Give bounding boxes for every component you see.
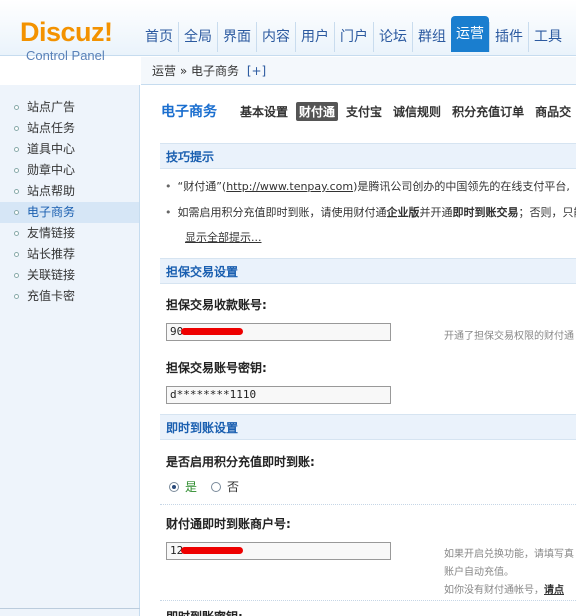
register-tenpay-link[interactable]: 请点 xyxy=(544,585,564,596)
tab-goods[interactable]: 商品交 xyxy=(532,102,574,121)
breadcrumb-path: 运营 » 电子商务 xyxy=(152,64,239,78)
tips-section-header: 技巧提示 xyxy=(160,143,576,169)
sidebar-footer-divider xyxy=(0,608,140,616)
sidebar-item-relatedlinks[interactable]: 关联链接 xyxy=(0,265,139,286)
merchant-hint-line2: 账户自动充值。 xyxy=(444,567,514,578)
sidebar-item-medals[interactable]: 勋章中心 xyxy=(0,160,139,181)
add-shortcut-button[interactable]: [+] xyxy=(247,64,266,78)
instant-enable-label: 是否启用积分充值即时到账: xyxy=(166,455,315,469)
bullet-icon xyxy=(14,210,19,215)
escrow-account-label: 担保交易收款账号: xyxy=(166,298,267,312)
escrow-key-input[interactable]: d********1110 xyxy=(166,386,391,404)
escrow-section-header: 担保交易设置 xyxy=(160,258,576,284)
tenpay-link[interactable]: http://www.tenpay.com xyxy=(226,180,353,193)
merchant-hint-line3: 如你没有财付通帐号，请点 xyxy=(444,585,564,596)
tip-instant-payment: •如需启用积分充值即时到账，请使用财付通企业版并开通即时到账交易；否则，只能 xyxy=(165,206,576,219)
bullet-icon xyxy=(14,252,19,257)
sidebar: 站点广告 站点任务 道具中心 勋章中心 站点帮助 电子商务 友情链接 站长推荐 … xyxy=(0,85,140,616)
escrow-key-label: 担保交易账号密钥: xyxy=(166,361,267,375)
logo[interactable]: Discuz! Control Panel xyxy=(20,18,130,63)
topnav-users[interactable]: 用户 xyxy=(295,22,334,52)
topnav-forum[interactable]: 论坛 xyxy=(373,22,412,52)
divider xyxy=(160,600,576,601)
topnav-home[interactable]: 首页 xyxy=(140,22,178,52)
escrow-account-hint: 开通了担保交易权限的财付通 xyxy=(444,331,574,342)
topnav-content[interactable]: 内容 xyxy=(256,22,295,52)
tip-tenpay-intro: • “财付通”(http://www.tenpay.com)是腾讯公司创办的中国领… xyxy=(165,180,570,193)
radio-no[interactable] xyxy=(211,481,222,492)
bullet-icon xyxy=(14,105,19,110)
topnav-plugins[interactable]: 插件 xyxy=(489,22,528,52)
sidebar-item-ads[interactable]: 站点广告 xyxy=(0,97,139,118)
bullet-icon xyxy=(14,147,19,152)
main-content: 电子商务 基本设置 财付通 支付宝 诚信规则 积分充值订单 商品交 技巧提示 •… xyxy=(141,86,576,616)
topnav-global[interactable]: 全局 xyxy=(178,22,217,52)
bullet-icon: • xyxy=(165,206,172,219)
logo-subtitle: Control Panel xyxy=(26,48,105,63)
sidebar-item-props[interactable]: 道具中心 xyxy=(0,139,139,160)
topnav-tools[interactable]: 工具 xyxy=(528,22,567,52)
redaction-mark xyxy=(181,547,243,554)
topnav-groups[interactable]: 群组 xyxy=(412,22,451,52)
sidebar-item-cardkeys[interactable]: 充值卡密 xyxy=(0,286,139,307)
top-navigation: 首页 全局 界面 内容 用户 门户 论坛 群组 运营 插件 工具 xyxy=(140,16,567,52)
page-title: 电子商务 xyxy=(161,104,217,120)
sidebar-item-tasks[interactable]: 站点任务 xyxy=(0,118,139,139)
tab-alipay[interactable]: 支付宝 xyxy=(343,102,385,121)
instant-key-label: 即时到账密钥: xyxy=(166,608,243,616)
escrow-account-input[interactable]: 90 xyxy=(166,323,391,341)
bullet-icon xyxy=(14,231,19,236)
tab-points-orders[interactable]: 积分充值订单 xyxy=(449,102,527,121)
show-all-tips-link[interactable]: 显示全部提示... xyxy=(185,229,262,245)
bullet-icon: • xyxy=(165,180,172,193)
merchant-id-input[interactable]: 12 xyxy=(166,542,391,560)
topnav-operations[interactable]: 运营 xyxy=(451,16,489,52)
topnav-portal[interactable]: 门户 xyxy=(334,22,373,52)
tab-basic-settings[interactable]: 基本设置 xyxy=(237,102,291,121)
logo-brand: Discuz! xyxy=(20,17,113,47)
instant-enable-radio-group: 是 否 xyxy=(169,478,239,495)
radio-yes-label[interactable]: 是 xyxy=(185,478,197,495)
sub-navigation: 电子商务 基本设置 财付通 支付宝 诚信规则 积分充值订单 商品交 xyxy=(161,100,576,122)
sidebar-item-help[interactable]: 站点帮助 xyxy=(0,181,139,202)
sidebar-item-friendlinks[interactable]: 友情链接 xyxy=(0,223,139,244)
redaction-mark xyxy=(181,328,243,335)
tab-credit-rules[interactable]: 诚信规则 xyxy=(390,102,444,121)
bullet-icon xyxy=(14,189,19,194)
radio-no-label[interactable]: 否 xyxy=(227,478,239,495)
merchant-id-label: 财付通即时到账商户号: xyxy=(166,517,291,531)
divider xyxy=(160,504,576,505)
sidebar-item-recommend[interactable]: 站长推荐 xyxy=(0,244,139,265)
radio-yes[interactable] xyxy=(169,481,179,492)
tab-tenpay[interactable]: 财付通 xyxy=(296,101,339,121)
bullet-icon xyxy=(14,168,19,173)
instant-section-header: 即时到账设置 xyxy=(160,414,576,440)
bullet-icon xyxy=(14,126,19,131)
bullet-icon xyxy=(14,294,19,299)
breadcrumb: 运营 » 电子商务 [+] xyxy=(141,57,576,85)
sidebar-item-ecommerce[interactable]: 电子商务 xyxy=(0,202,139,223)
merchant-hint-line1: 如果开启兑换功能，请填写真 xyxy=(444,549,574,560)
topnav-interface[interactable]: 界面 xyxy=(217,22,256,52)
header: Discuz! Control Panel 首页 全局 界面 内容 用户 门户 … xyxy=(0,0,576,63)
bullet-icon xyxy=(14,273,19,278)
